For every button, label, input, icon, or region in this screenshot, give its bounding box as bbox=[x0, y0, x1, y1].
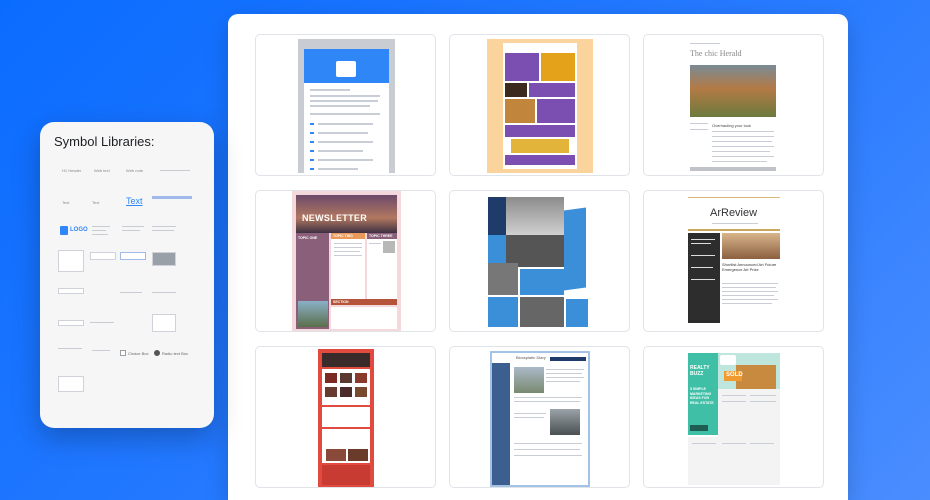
template-thumbnail: REALTY BUZZ 5 SIMPLE MARKETING IDEAS FOR… bbox=[686, 351, 782, 487]
symbol-dropdown[interactable] bbox=[152, 252, 176, 266]
symbol-label-line[interactable] bbox=[58, 348, 82, 349]
template-thumbnail bbox=[487, 39, 593, 173]
symbol-radio[interactable]: Radio text Box bbox=[154, 350, 198, 358]
template-card[interactable]: Bloxsplatin Diary bbox=[449, 346, 630, 488]
template-thumbnail bbox=[318, 349, 374, 487]
symbol-text-field[interactable] bbox=[58, 288, 84, 294]
template-thumbnail bbox=[486, 195, 590, 329]
sold-badge: SOLD bbox=[726, 372, 743, 378]
symbol-text-block-line bbox=[92, 234, 108, 235]
symbol-form-block-line bbox=[122, 230, 140, 231]
realty-title: REALTY BUZZ bbox=[690, 365, 710, 377]
symbol-table-block[interactable] bbox=[152, 226, 176, 227]
newsletter-section: SECTION bbox=[333, 300, 349, 304]
template-card[interactable]: ArReview Shortlist Announced Art Future … bbox=[643, 190, 824, 332]
symbol-input-box-blue[interactable] bbox=[120, 252, 146, 260]
template-thumbnail: The chic Herald Overhauling your look bbox=[686, 39, 778, 173]
symbol-header-bar bbox=[152, 196, 192, 199]
symbol-divider[interactable] bbox=[160, 170, 190, 171]
arreview-title: ArReview bbox=[710, 207, 758, 219]
realty-subtitle: 5 SIMPLE MARKETING IDEAS FOR REAL ESTATE bbox=[690, 387, 714, 405]
symbol-text-block-line bbox=[92, 230, 106, 231]
template-card[interactable] bbox=[255, 34, 436, 176]
symbol-text-block[interactable] bbox=[92, 226, 110, 227]
symbol-slider[interactable] bbox=[120, 292, 142, 293]
symbol-textarea[interactable] bbox=[58, 320, 84, 326]
templates-panel: The chic Herald Overhauling your look NE… bbox=[228, 14, 848, 500]
symbol-table-block-line bbox=[152, 230, 174, 231]
symbol-libraries-title: Symbol Libraries: bbox=[54, 134, 155, 149]
template-thumbnail bbox=[298, 39, 395, 173]
symbol-logo[interactable]: LOGO bbox=[60, 226, 88, 235]
symbol-field-line[interactable] bbox=[90, 322, 114, 323]
arreview-headline: Shortlist Announced Art Future Emergence… bbox=[722, 262, 777, 272]
logo-label: LOGO bbox=[70, 227, 88, 233]
herald-title: The chic Herald bbox=[690, 49, 742, 58]
template-thumbnail: ArReview Shortlist Announced Art Future … bbox=[684, 195, 784, 329]
template-card[interactable] bbox=[449, 190, 630, 332]
template-card[interactable] bbox=[449, 34, 630, 176]
symbol-form-block[interactable] bbox=[122, 226, 144, 227]
symbol-list-box[interactable] bbox=[58, 250, 84, 272]
checkbox-icon bbox=[120, 350, 126, 356]
logo-icon bbox=[60, 226, 68, 235]
symbol-grid[interactable] bbox=[152, 314, 176, 332]
template-thumbnail: Bloxsplatin Diary bbox=[490, 351, 590, 487]
symbol-text-small[interactable]: Text bbox=[62, 200, 69, 205]
symbol-progress[interactable] bbox=[152, 292, 176, 293]
newsletter-topic-one: TOPIC ONE bbox=[298, 236, 318, 240]
radio-label: Radio text Box bbox=[162, 351, 189, 356]
template-card[interactable]: The chic Herald Overhauling your look bbox=[643, 34, 824, 176]
choice-box-label: Choice Box bbox=[128, 351, 149, 356]
symbol-text-large[interactable]: Text bbox=[126, 196, 143, 206]
symbol-choice-box[interactable]: Choice Box bbox=[120, 350, 156, 358]
symbol-card-box[interactable] bbox=[58, 376, 84, 392]
symbol-web-note[interactable]: Web note bbox=[126, 168, 143, 173]
symbol-text-medium[interactable]: Text bbox=[92, 200, 99, 205]
symbol-label-line-2[interactable] bbox=[92, 350, 110, 351]
newsletter-topic-two: TOPIC TWO bbox=[333, 234, 353, 238]
symbol-libraries-panel: Symbol Libraries: H1 Header Web text Web… bbox=[40, 122, 214, 428]
template-card[interactable]: NEWSLETTER TOPIC ONE TOPIC TWO TOPIC THR… bbox=[255, 190, 436, 332]
symbol-input-box[interactable] bbox=[90, 252, 116, 260]
newsletter-title: NEWSLETTER bbox=[302, 213, 367, 223]
herald-headline: Overhauling your look bbox=[712, 123, 751, 128]
template-thumbnail: NEWSLETTER TOPIC ONE TOPIC TWO TOPIC THR… bbox=[292, 191, 401, 331]
radio-icon bbox=[154, 350, 160, 356]
template-card[interactable] bbox=[255, 346, 436, 488]
newsletter-topic-three: TOPIC THREE bbox=[369, 234, 393, 238]
symbol-h1-header[interactable]: H1 Header bbox=[62, 168, 81, 173]
symbol-web-text[interactable]: Web text bbox=[94, 168, 110, 173]
template-card[interactable]: REALTY BUZZ 5 SIMPLE MARKETING IDEAS FOR… bbox=[643, 346, 824, 488]
